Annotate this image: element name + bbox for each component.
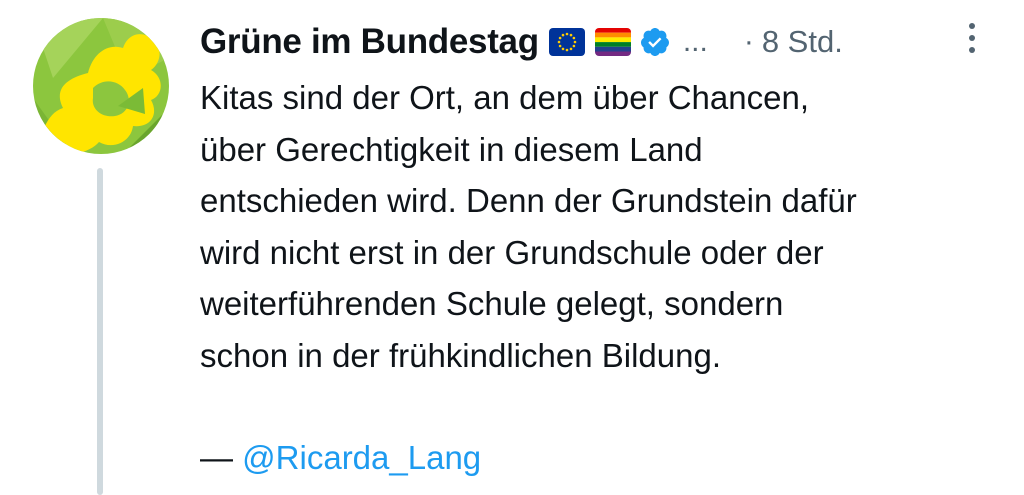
avatar[interactable] [33, 18, 169, 154]
tweet-text-line: wird nicht erst in der Grundschule oder … [200, 233, 824, 271]
display-name[interactable]: Grüne im Bundestag [200, 22, 539, 62]
more-options-icon[interactable] [960, 18, 984, 58]
tweet-text-line: schon in der frühkindlichen Bildung. [200, 336, 721, 374]
rainbow-flag-icon [594, 28, 631, 56]
sunflower-logo-icon [33, 18, 169, 154]
separator-dot: · [743, 25, 754, 58]
tweet-text: Kitas sind der Ort, an dem über Chancen,… [200, 72, 990, 381]
attribution-dash: — [200, 439, 233, 476]
eu-flag-icon [548, 28, 585, 56]
tweet-text-line: über Gerechtigkeit in diesem Land [200, 130, 703, 168]
attribution: — @Ricarda_Lang [200, 432, 481, 483]
mention-link[interactable]: @Ricarda_Lang [242, 439, 481, 476]
verified-badge-icon[interactable] [639, 26, 671, 58]
thread-line [97, 168, 103, 495]
tweet-text-line: weiterführenden Schule gelegt, sondern [200, 285, 784, 322]
tweet-header: Grüne im Bundestag ... · 8 Std. [200, 18, 1000, 66]
tweet-text-line: entschieden wird. Denn der Grundstein da… [200, 182, 857, 219]
tweet[interactable]: Grüne im Bundestag ... · 8 Std. Kitas si… [0, 0, 1024, 495]
name-truncation-ellipsis: ... [682, 25, 708, 58]
timestamp[interactable]: 8 Std. [762, 24, 843, 60]
tweet-text-line: Kitas sind der Ort, an dem über Chancen, [200, 79, 809, 116]
